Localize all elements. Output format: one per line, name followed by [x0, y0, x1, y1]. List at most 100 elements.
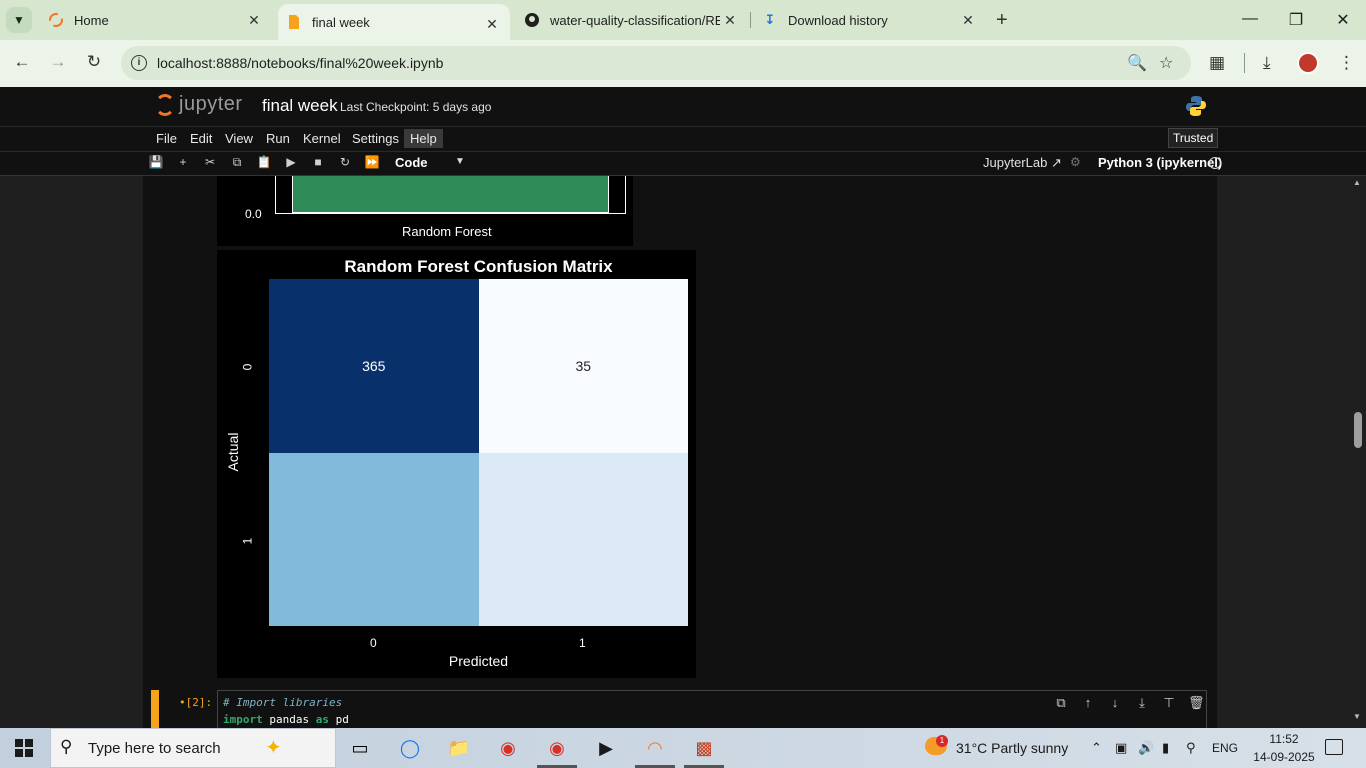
notebook-title[interactable]: final week — [262, 96, 338, 116]
checkpoint-status: Last Checkpoint: 5 days ago — [340, 100, 492, 114]
jupyterlab-link[interactable]: JupyterLab ↗ — [983, 155, 1062, 171]
forward-icon[interactable]: → — [47, 52, 69, 72]
tab-home[interactable]: Home ✕ — [40, 0, 272, 40]
jupyter-logo-icon — [155, 93, 175, 116]
restore-icon[interactable]: ❐ — [1286, 10, 1306, 30]
kernel-name[interactable]: Python 3 (ipykernel) — [1098, 155, 1222, 170]
gear-icon[interactable]: ⚙ — [1070, 155, 1081, 169]
notebook-icon — [286, 14, 302, 30]
insert-below-icon[interactable]: ⊤ — [1161, 695, 1177, 711]
notification-icon[interactable] — [1325, 739, 1343, 755]
weather-text[interactable]: 31°C Partly sunny — [956, 740, 1068, 756]
chrome-profile-icon[interactable]: ◉ — [543, 734, 571, 762]
jupyter-taskbar-icon[interactable]: ◠ — [641, 734, 669, 762]
menu-kernel[interactable]: Kernel — [303, 131, 341, 146]
run-icon[interactable]: ▶ — [283, 155, 299, 169]
profile-avatar[interactable] — [1297, 52, 1319, 74]
move-up-icon[interactable]: ↑ — [1080, 695, 1096, 710]
heatmap-cell-label: 35 — [575, 357, 592, 374]
tab-label: final week — [312, 14, 370, 30]
chart-title: Random Forest Confusion Matrix — [344, 257, 613, 276]
insert-above-icon[interactable]: ⤓ — [1134, 695, 1150, 711]
copy-icon[interactable]: ⧉ — [229, 155, 245, 170]
extensions-icon[interactable]: ▦ — [1209, 53, 1225, 73]
tab-search-button[interactable]: ▼ — [6, 7, 32, 33]
search-icon: ⚲ — [60, 737, 73, 756]
downloads-icon[interactable]: ⤓ — [1263, 53, 1271, 73]
windows-start-icon[interactable] — [15, 739, 33, 757]
cell-type-select[interactable]: Code — [395, 155, 428, 170]
close-icon[interactable]: ✕ — [960, 12, 976, 29]
tab-download-history[interactable]: ↧ Download history ✕ — [754, 0, 986, 40]
stop-icon[interactable]: ■ — [310, 155, 326, 169]
address-bar[interactable]: i localhost:8888/notebooks/final%20week.… — [121, 46, 1191, 80]
tab-label: water-quality-classification/REA — [550, 12, 720, 28]
tab-final-week[interactable]: final week ✕ — [278, 4, 510, 40]
bar-category-label: Random Forest — [402, 224, 492, 239]
taskbar-search-placeholder: Type here to search — [88, 740, 221, 757]
task-view-icon[interactable]: ▭ — [346, 734, 374, 762]
browser-menu-icon[interactable]: ⋮ — [1338, 53, 1355, 73]
media-player-icon[interactable]: ▶ — [592, 734, 620, 762]
bar-random-forest — [292, 176, 609, 213]
jupyter-logo[interactable]: jupyter — [155, 93, 243, 116]
back-icon[interactable]: ← — [11, 52, 33, 72]
scrollbar-thumb[interactable] — [1354, 412, 1362, 448]
minimize-icon[interactable]: — — [1240, 10, 1260, 28]
reload-icon[interactable]: ↻ — [83, 52, 105, 72]
wifi-icon[interactable]: ⚲ — [1186, 740, 1196, 756]
window-close-icon[interactable]: ✕ — [1333, 10, 1353, 30]
duplicate-cell-icon[interactable]: ⧉ — [1053, 695, 1069, 711]
run-all-icon[interactable]: ⏩ — [364, 155, 380, 169]
menu-edit[interactable]: Edit — [190, 131, 212, 146]
trusted-indicator[interactable]: Trusted — [1168, 128, 1218, 148]
menu-settings[interactable]: Settings — [352, 131, 399, 146]
meet-now-icon[interactable]: ▣ — [1115, 740, 1127, 756]
bookmark-star-icon[interactable]: ☆ — [1159, 53, 1173, 73]
volume-icon[interactable]: 🔊 — [1138, 740, 1154, 756]
menu-help[interactable]: Help — [404, 129, 443, 148]
menu-run[interactable]: Run — [266, 131, 290, 146]
scroll-down-icon[interactable]: ▼ — [1353, 712, 1361, 721]
code-keyword: as — [315, 713, 329, 726]
jupyter-icon — [48, 12, 64, 28]
code-import-line: import pandas as pd — [223, 713, 349, 726]
url-text: localhost:8888/notebooks/final%20week.ip… — [157, 55, 444, 71]
chevron-down-icon[interactable]: ▼ — [455, 156, 465, 167]
paste-icon[interactable]: 📋 — [256, 155, 272, 169]
tab-separator — [750, 12, 751, 28]
bar-ytick: 0.0 — [245, 207, 262, 221]
site-info-icon[interactable]: i — [131, 55, 147, 71]
menu-view[interactable]: View — [225, 131, 253, 146]
clock-date[interactable]: 14-09-2025 — [1250, 750, 1318, 764]
chevron-down-icon: ▼ — [13, 13, 25, 27]
tab-github[interactable]: water-quality-classification/REA ✕ — [516, 0, 748, 40]
scrollbar[interactable] — [1350, 176, 1366, 728]
restart-icon[interactable]: ↻ — [337, 155, 353, 169]
scroll-up-icon[interactable]: ▲ — [1353, 178, 1361, 187]
close-icon[interactable]: ✕ — [484, 16, 500, 33]
language-indicator[interactable]: ENG — [1212, 741, 1238, 755]
menu-file[interactable]: File — [156, 131, 177, 146]
edge-icon[interactable]: ◯ — [396, 734, 424, 762]
battery-icon[interactable]: ▮ — [1162, 740, 1169, 756]
clock-time[interactable]: 11:52 — [1259, 732, 1309, 746]
cut-icon[interactable]: ✂ — [202, 155, 218, 169]
delete-cell-icon[interactable]: 🗑 — [1188, 695, 1205, 711]
new-tab-button[interactable]: + — [996, 9, 1008, 32]
save-icon[interactable]: 💾 — [148, 155, 164, 169]
heatmap-cell-label: 365 — [362, 357, 386, 374]
zoom-icon[interactable]: 🔍 — [1127, 53, 1147, 73]
close-icon[interactable]: ✕ — [722, 12, 738, 29]
powerpoint-icon[interactable]: ▩ — [690, 734, 718, 762]
tray-chevron-up-icon[interactable]: ⌃ — [1091, 740, 1102, 756]
y-tick-1: 1 — [240, 537, 255, 545]
file-explorer-icon[interactable]: 📁 — [445, 734, 473, 762]
close-icon[interactable]: ✕ — [246, 12, 262, 29]
move-down-icon[interactable]: ↓ — [1107, 695, 1123, 710]
heatmap-cell-0-0: 365 — [269, 279, 479, 453]
chrome-icon[interactable]: ◉ — [494, 734, 522, 762]
active-cell-indicator — [151, 690, 159, 728]
insert-cell-icon[interactable]: + — [175, 155, 191, 169]
tab-label: Home — [74, 12, 109, 28]
